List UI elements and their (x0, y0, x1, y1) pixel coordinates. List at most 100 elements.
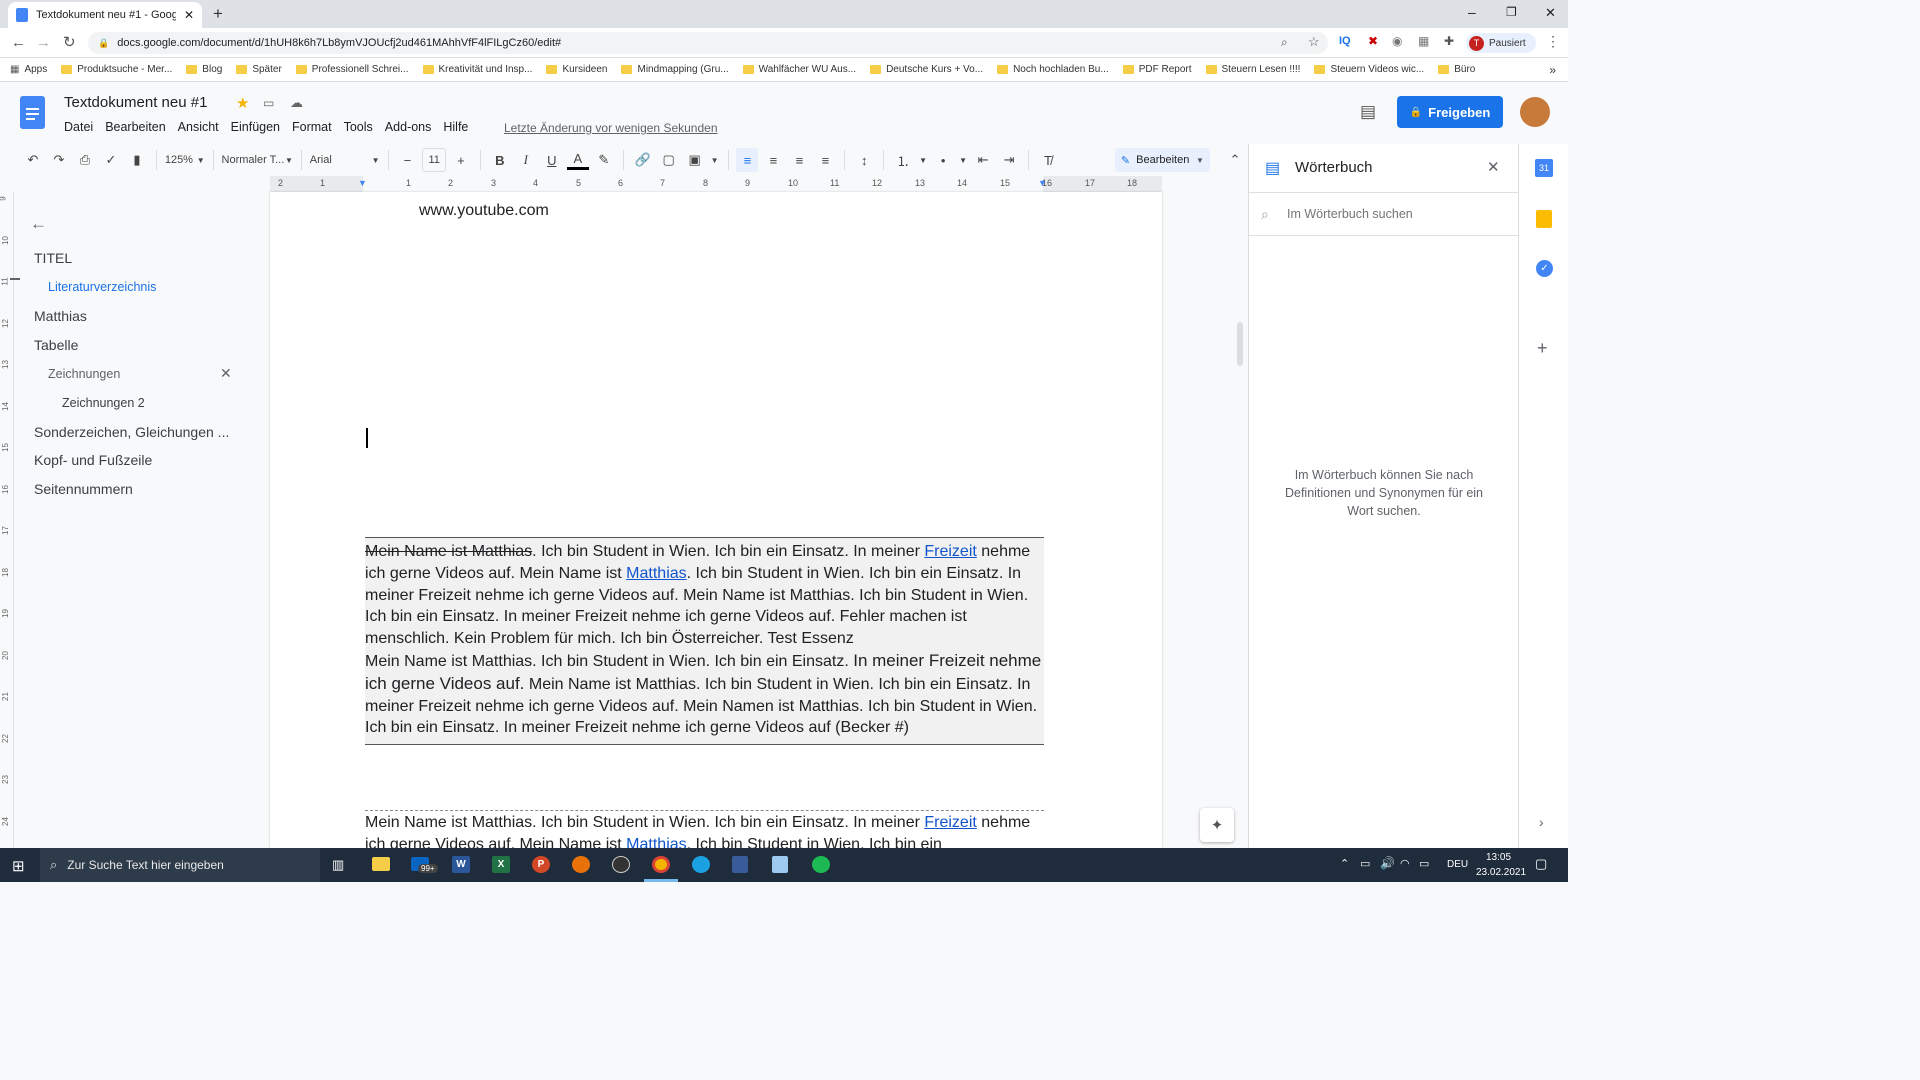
cloud-status-icon[interactable]: ☁ (290, 95, 303, 111)
scrollbar-thumb[interactable] (1237, 322, 1243, 366)
notifications-icon[interactable]: ▢ (1535, 856, 1547, 872)
star-icon[interactable]: ★ (236, 94, 249, 112)
menu-item[interactable]: Hilfe (443, 120, 468, 134)
extension-iq-icon[interactable]: IQ (1339, 35, 1351, 47)
align-left-icon[interactable]: ≡ (736, 148, 759, 172)
align-justify-icon[interactable]: ≡ (814, 148, 836, 172)
bookmark-item[interactable]: Kreativität und Insp... (422, 64, 532, 75)
menu-item[interactable]: Tools (344, 120, 373, 134)
excel-icon[interactable]: X (492, 856, 510, 873)
horizontal-ruler[interactable]: 2 1 1 2 3 4 5 6 7 8 9 10 11 12 13 14 15 16 17 18 ▼ ▼ (270, 176, 1162, 192)
bookmark-item[interactable]: PDF Report (1122, 64, 1192, 75)
app-icon[interactable] (732, 856, 748, 873)
forward-icon[interactable]: → (36, 34, 51, 51)
bookmark-item[interactable]: Steuern Videos wic... (1314, 64, 1424, 75)
insert-image-icon[interactable]: ▣ (684, 148, 706, 172)
outline-item[interactable]: Tabelle (34, 337, 78, 353)
notepad-icon[interactable] (772, 856, 788, 873)
bookmark-item[interactable]: Kursideen (546, 64, 607, 75)
chevron-down-icon[interactable]: ▼ (918, 148, 928, 172)
spotify-icon[interactable] (812, 856, 830, 873)
menu-item[interactable]: Ansicht (178, 120, 219, 134)
clock-time[interactable]: 13:05 (1486, 852, 1511, 863)
tasks-icon[interactable]: ✓ (1536, 260, 1553, 277)
menu-item[interactable]: Format (292, 120, 332, 134)
bookmark-item[interactable]: Büro (1438, 64, 1475, 75)
restore-icon[interactable]: ❐ (1506, 5, 1517, 19)
bookmark-item[interactable]: Noch hochladen Bu... (997, 64, 1109, 75)
bookmark-item[interactable]: Blog (186, 64, 222, 75)
link-matthias[interactable]: Matthias (626, 565, 686, 582)
task-view-icon[interactable]: ▥ (332, 857, 344, 873)
bold-icon[interactable]: B (489, 148, 511, 172)
word-icon[interactable]: W (452, 856, 470, 873)
link-matthias[interactable]: Matthias (626, 836, 686, 848)
browser-tab[interactable]: Textdokument neu #1 - Google D ✕ (8, 2, 202, 28)
docs-logo-icon[interactable] (20, 96, 45, 129)
clock-date[interactable]: 23.02.2021 (1476, 867, 1526, 878)
chevron-down-icon[interactable]: ▼ (958, 148, 968, 172)
language-indicator[interactable]: DEU (1447, 859, 1468, 870)
bookmark-item[interactable]: Professionell Schrei... (295, 64, 409, 75)
extension-icon[interactable]: ✖ (1368, 34, 1378, 48)
text-color-icon[interactable]: A (566, 150, 589, 170)
increase-indent-icon[interactable]: ⇥ (998, 148, 1020, 172)
left-indent-marker-icon[interactable]: ▼ (358, 178, 367, 188)
last-edit-link[interactable]: Letzte Änderung vor wenigen Sekunden (504, 121, 718, 135)
font-size-input[interactable]: 11 (422, 148, 446, 172)
outline-item[interactable]: Zeichnungen 2 (62, 396, 145, 410)
menu-item[interactable]: Add-ons (385, 120, 432, 134)
menu-item[interactable]: Einfügen (231, 120, 280, 134)
bookmark-star-icon[interactable]: ☆ (1308, 34, 1320, 50)
spellcheck-icon[interactable]: ✓ (100, 148, 122, 172)
link-freizeit[interactable]: Freizeit (924, 543, 976, 560)
close-window-icon[interactable]: ✕ (1545, 5, 1556, 21)
menu-item[interactable]: Datei (64, 120, 93, 134)
comment-icon[interactable]: ▢ (658, 148, 680, 172)
profile-button[interactable]: T Pausiert (1466, 33, 1536, 53)
font-select[interactable]: Arial ▼ (310, 148, 380, 172)
outline-back-icon[interactable]: ← (30, 214, 47, 234)
url-field[interactable]: 🔒 docs.google.com/document/d/1hUH8k6h7Lb… (88, 32, 1328, 54)
file-explorer-icon[interactable] (372, 857, 390, 871)
bulleted-list-icon[interactable]: • (932, 148, 954, 172)
paint-format-icon[interactable]: ▮ (126, 148, 148, 172)
chrome-icon[interactable] (652, 856, 670, 873)
dictionary-search-input[interactable] (1287, 204, 1507, 224)
print-icon[interactable]: ⎙ (74, 148, 96, 172)
link-freizeit[interactable]: Freizeit (924, 814, 976, 831)
bookmark-item[interactable]: Steuern Lesen !!!! (1205, 64, 1300, 75)
link-icon[interactable]: 🔗 (632, 148, 654, 172)
editing-mode-select[interactable]: ✎ Bearbeiten ▼ (1114, 148, 1210, 172)
paragraph-style-select[interactable]: Normaler T... ▼ (222, 148, 293, 172)
tray-chevron-icon[interactable]: ⌃ (1340, 857, 1349, 870)
outline-item[interactable]: Kopf- und Fußzeile (34, 452, 152, 468)
obs-icon[interactable] (612, 856, 630, 873)
more-bookmarks-icon[interactable]: » (1549, 63, 1556, 77)
decrease-indent-icon[interactable]: ⇤ (972, 148, 994, 172)
browser-menu-icon[interactable]: ⋮ (1546, 33, 1560, 50)
close-panel-icon[interactable]: ✕ (1487, 158, 1500, 176)
menu-item[interactable]: Bearbeiten (105, 120, 165, 134)
volume-icon[interactable]: 🔊 (1380, 856, 1395, 870)
decrease-font-size-button[interactable]: − (396, 148, 418, 172)
align-right-icon[interactable]: ≡ (788, 148, 810, 172)
windows-start-icon[interactable]: ⊞ (12, 857, 25, 875)
outline-item[interactable]: Literaturverzeichnis (48, 280, 156, 294)
line-spacing-icon[interactable]: ↕ (853, 148, 875, 172)
powerpoint-icon[interactable]: P (532, 856, 550, 873)
chevron-down-icon[interactable]: ▼ (710, 148, 720, 172)
collapse-menus-icon[interactable]: ⌃ (1224, 148, 1246, 172)
keyboard-icon[interactable]: ▭ (1419, 857, 1429, 870)
extension-globe-icon[interactable]: ◉ (1392, 34, 1402, 48)
expand-panel-icon[interactable]: › (1539, 814, 1544, 830)
app-icon[interactable] (572, 856, 590, 873)
bookmark-item[interactable]: Deutsche Kurs + Vo... (870, 64, 983, 75)
zoom-select[interactable]: 125% ▼ (165, 148, 205, 172)
keep-icon[interactable] (1536, 210, 1552, 228)
align-center-icon[interactable]: ≡ (762, 148, 784, 172)
back-icon[interactable]: ← (11, 34, 26, 51)
outline-item[interactable]: Seitennummern (34, 481, 133, 497)
calendar-icon[interactable]: 31 (1535, 159, 1553, 177)
extensions-puzzle-icon[interactable]: ✚ (1444, 34, 1454, 48)
